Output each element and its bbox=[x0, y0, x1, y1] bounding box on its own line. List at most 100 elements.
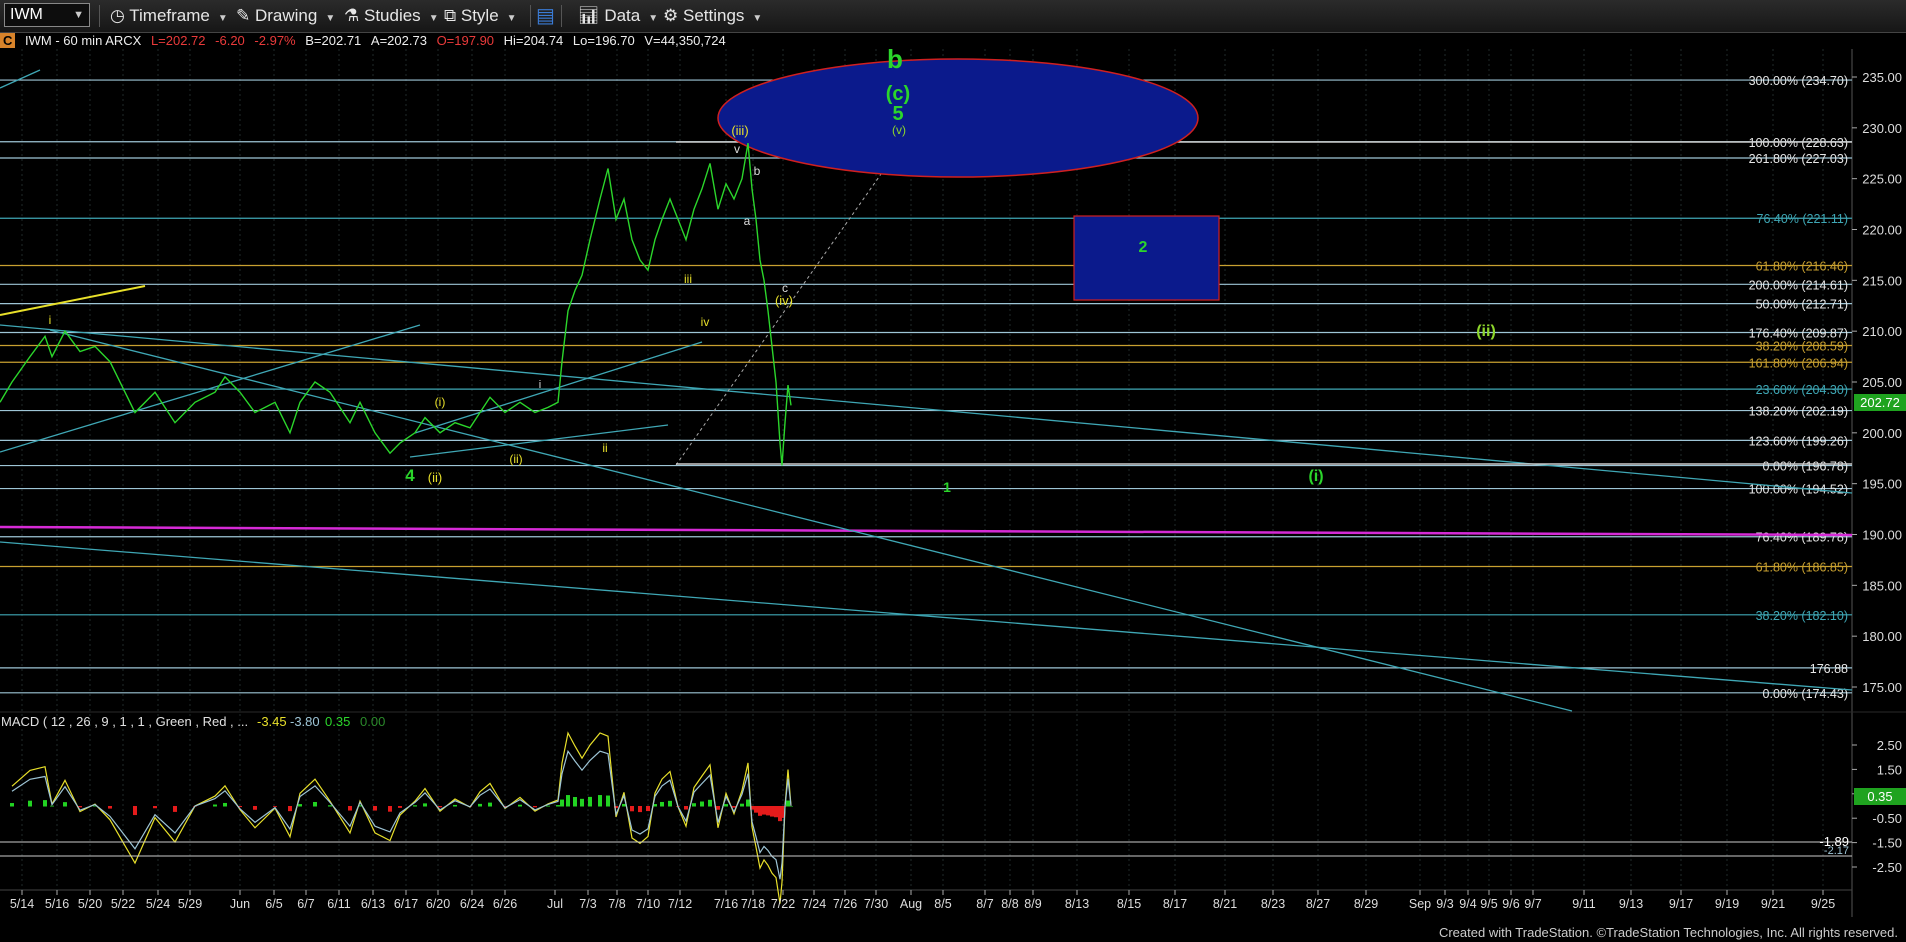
symbol-description: IWM - 60 min ARCX bbox=[25, 33, 142, 48]
time-tick-label: 7/24 bbox=[802, 897, 826, 911]
time-tick-label: 8/21 bbox=[1213, 897, 1237, 911]
price-tick-label: 215.00 bbox=[1862, 273, 1902, 288]
pencil-icon: ✎ bbox=[236, 6, 251, 25]
macd-histogram-bar bbox=[298, 804, 302, 807]
macd-histogram-bar bbox=[770, 806, 774, 817]
time-tick-label: Jun bbox=[230, 897, 250, 911]
macd-current-tag: 0.35 bbox=[1867, 789, 1892, 804]
fib-label: 23.60% (204.30) bbox=[1756, 383, 1848, 397]
wave-label: (iii) bbox=[731, 123, 748, 138]
macd-histogram-bar bbox=[766, 806, 770, 816]
macd-histogram-bar bbox=[598, 795, 602, 807]
price-tick-label: 180.00 bbox=[1862, 629, 1902, 644]
wave-label: 2 bbox=[1139, 239, 1148, 256]
time-tick-label: 8/9 bbox=[1024, 897, 1041, 911]
wave-label: i bbox=[49, 313, 52, 327]
current-price-label: 202.72 bbox=[1860, 395, 1900, 410]
macd-histogram-bar bbox=[438, 806, 442, 808]
time-tick-label: 7/10 bbox=[636, 897, 660, 911]
chevron-down-icon: ▼ bbox=[325, 13, 336, 24]
chevron-down-icon: ▼ bbox=[648, 13, 659, 24]
time-tick-label: 8/15 bbox=[1117, 897, 1141, 911]
macd-histogram-bar bbox=[630, 806, 634, 812]
studies-menu[interactable]: ⚗ Studies ▼ bbox=[344, 4, 439, 28]
timeframe-menu[interactable]: ◷ Timeframe ▼ bbox=[110, 4, 228, 28]
time-tick-label: 7/26 bbox=[833, 897, 857, 911]
macd-value-1: -3.45 bbox=[257, 714, 287, 729]
wave-label: a bbox=[744, 214, 751, 228]
time-tick-label: 9/17 bbox=[1669, 897, 1693, 911]
macd-histogram-bar bbox=[566, 795, 570, 807]
symbol-input[interactable]: IWM ▼ bbox=[4, 3, 90, 27]
macd-histogram-bar bbox=[373, 806, 377, 811]
drawing-label: Drawing bbox=[254, 6, 318, 25]
toolbar-divider bbox=[530, 5, 531, 27]
time-axis: 5/14 5/16 5/20 5/22 5/24 5/29 Jun 6/5 6/7 6/11 6/1… bbox=[10, 890, 1835, 911]
time-tick-label: 9/19 bbox=[1715, 897, 1739, 911]
high-price: Hi=204.74 bbox=[503, 33, 564, 48]
teal-trendline bbox=[414, 341, 703, 434]
fib-label: 300.00% (234.70) bbox=[1749, 74, 1848, 88]
toolbar-divider bbox=[99, 5, 100, 27]
price-axis: 235.00 230.00 225.00 220.00 215.00 210.00 205.… bbox=[1852, 70, 1902, 695]
style-menu[interactable]: ⧉ Style ▼ bbox=[444, 4, 517, 28]
macd-histogram-bar bbox=[668, 800, 672, 807]
wave-label: (ii) bbox=[428, 470, 442, 485]
price-tick-label: 225.00 bbox=[1862, 172, 1902, 187]
settings-menu[interactable]: ⚙ Settings ▼ bbox=[663, 4, 762, 28]
time-tick-label: 6/26 bbox=[493, 897, 517, 911]
macd-histogram-bar bbox=[740, 803, 744, 807]
drawing-menu[interactable]: ✎ Drawing ▼ bbox=[236, 4, 335, 28]
macd-histogram-bar bbox=[398, 806, 402, 808]
time-tick-label: 6/7 bbox=[297, 897, 314, 911]
price-chart[interactable]: 300.00% (234.70)100.00% (228.63)261.80% … bbox=[0, 49, 1906, 926]
macd-tag-b: -2.17 bbox=[1824, 845, 1849, 857]
data-menu[interactable]: 📊︎ Data ▼ bbox=[578, 4, 658, 28]
macd-histogram-bar bbox=[758, 806, 762, 816]
macd-axis: 2.501.500.50-0.50-1.50-2.50 bbox=[1852, 738, 1902, 875]
fib-label: 123.60% (199.26) bbox=[1749, 434, 1848, 448]
macd-histogram-bar bbox=[573, 797, 577, 807]
time-tick-label: 6/20 bbox=[426, 897, 450, 911]
macd-label: MACD ( 12 , 26 , 9 , 1 , 1 , Green , Red… bbox=[1, 714, 248, 729]
wave-label: iii bbox=[684, 272, 692, 286]
wave-label: v bbox=[734, 142, 740, 156]
fib-label: 0.00% (196.78) bbox=[1763, 460, 1848, 474]
time-tick-label: 8/7 bbox=[976, 897, 993, 911]
style-label: Style bbox=[460, 6, 499, 25]
wave-label: 5 bbox=[892, 103, 903, 125]
macd-histogram-bar bbox=[10, 803, 14, 807]
price-tick-label: 230.00 bbox=[1862, 121, 1902, 136]
wave-label: (v) bbox=[892, 123, 906, 137]
time-tick-label: 9/25 bbox=[1811, 897, 1835, 911]
macd-histogram-bar bbox=[580, 798, 584, 807]
teal-trendline bbox=[49, 329, 1573, 712]
teal-trendline bbox=[0, 69, 41, 89]
time-tick-label: 5/14 bbox=[10, 897, 34, 911]
fib-label: 38.20% (208.59) bbox=[1756, 340, 1848, 354]
price-tick-label: 190.00 bbox=[1862, 528, 1902, 543]
time-tick-label: 6/24 bbox=[460, 897, 484, 911]
fib-label: 76.40% (189.78) bbox=[1756, 531, 1848, 545]
time-tick-label: 7/3 bbox=[579, 897, 596, 911]
time-tick-label: Aug bbox=[900, 897, 922, 911]
price-tick-label: 210.00 bbox=[1862, 324, 1902, 339]
macd-histogram-bar bbox=[328, 805, 332, 807]
wave-2-target-box bbox=[1073, 215, 1220, 301]
wave-label: b bbox=[754, 164, 761, 178]
macd-histogram-bar bbox=[774, 806, 778, 818]
chevron-down-icon: ▼ bbox=[428, 13, 439, 24]
current-price-tag: 202.72 bbox=[1854, 394, 1906, 411]
macd-histogram-bar bbox=[488, 802, 492, 807]
wave-label: ii bbox=[602, 441, 607, 455]
chevron-down-icon[interactable]: ▼ bbox=[73, 4, 84, 26]
price-tick-label: 185.00 bbox=[1862, 578, 1902, 593]
clock-icon: ◷ bbox=[110, 6, 125, 25]
time-tick-label: 6/5 bbox=[265, 897, 282, 911]
bid-price: B=202.71 bbox=[305, 33, 362, 48]
last-price: L=202.72 bbox=[150, 33, 206, 48]
layout-icon[interactable]: ▤ bbox=[536, 4, 555, 28]
wave-label: (c) bbox=[886, 83, 910, 105]
time-tick-label: 7/30 bbox=[864, 897, 888, 911]
wave-label: (i) bbox=[1308, 468, 1323, 485]
